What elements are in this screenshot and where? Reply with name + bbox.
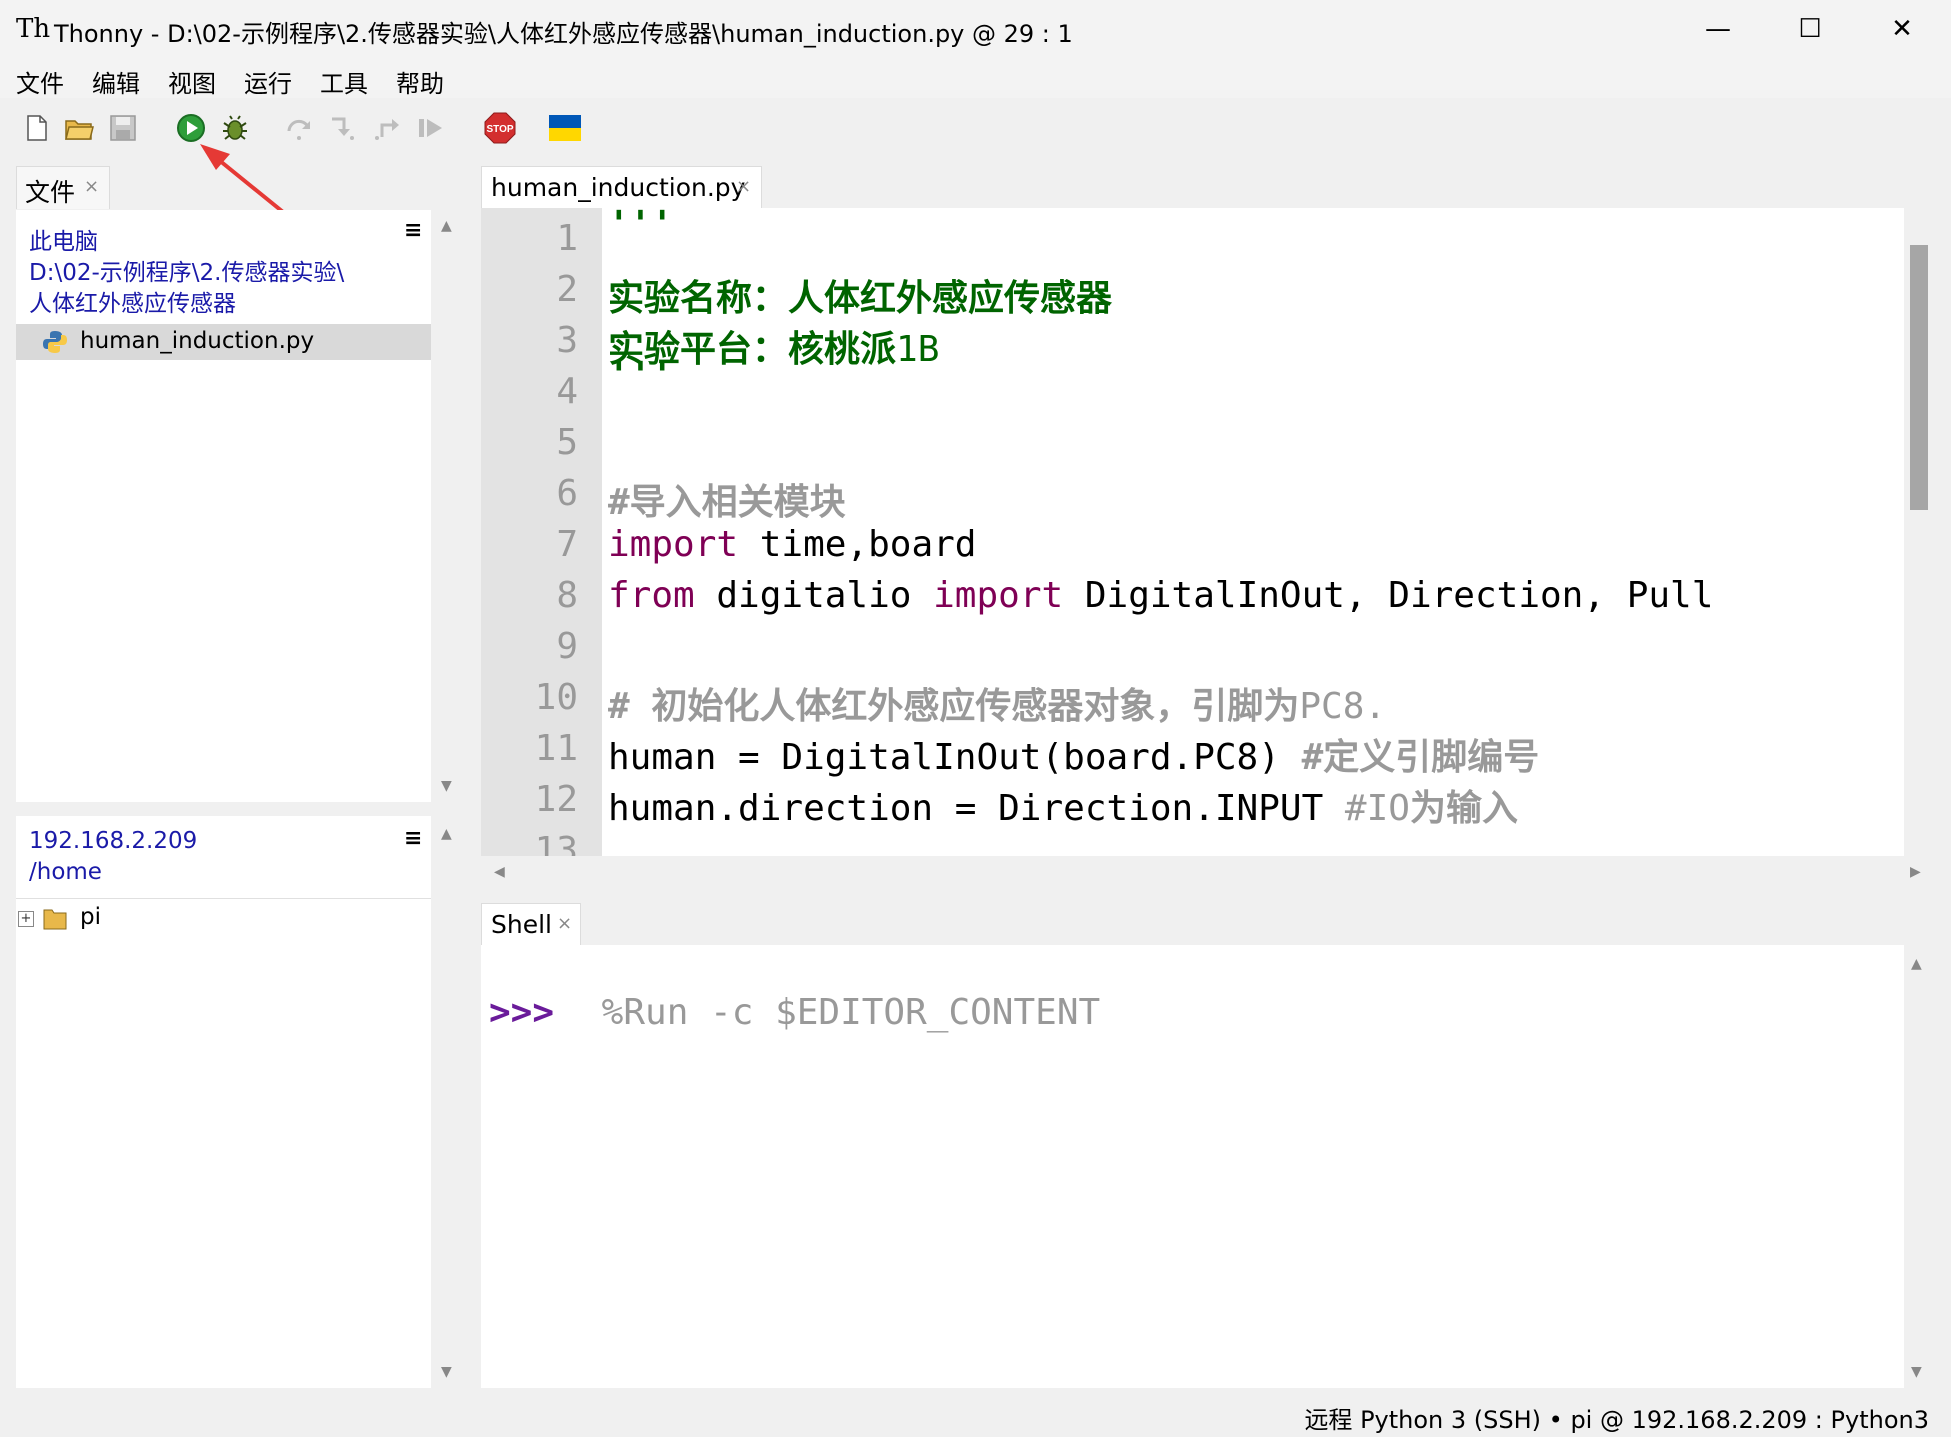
- remote-files-panel: [16, 816, 431, 1388]
- code-line-4: ''': [608, 355, 674, 396]
- thonny-app-icon: Th: [16, 14, 51, 44]
- editor-tab-label: human_induction.py: [491, 173, 746, 202]
- line-number: 6: [556, 473, 578, 514]
- editor-horizontal-scrollbar[interactable]: [481, 856, 1934, 892]
- minimize-button[interactable]: —: [1672, 0, 1764, 58]
- location-folder[interactable]: 人体红外感应传感器: [29, 284, 236, 318]
- shell-tab-close-icon[interactable]: ×: [557, 913, 572, 934]
- open-file-icon[interactable]: [64, 113, 94, 143]
- tab-files-close-icon[interactable]: ×: [84, 176, 99, 197]
- scroll-up-icon[interactable]: ▲: [441, 218, 452, 234]
- menu-help[interactable]: 帮助: [396, 64, 444, 99]
- remote-host[interactable]: 192.168.2.209: [29, 828, 197, 854]
- stop-icon[interactable]: STOP: [484, 112, 516, 144]
- remote-scrollbar[interactable]: [432, 816, 454, 1388]
- tab-files-label: 文件: [25, 178, 76, 207]
- menu-bar: [0, 58, 1951, 98]
- line-number-gutter: 1 2 3 4 5 6 7 8 9 10 11 12 13: [481, 208, 602, 856]
- scroll-up-icon[interactable]: ▲: [1911, 956, 1922, 972]
- file-name[interactable]: human_induction.py: [80, 328, 314, 354]
- line-number: 1: [556, 218, 578, 259]
- line-number: 10: [534, 677, 578, 718]
- line-number: 5: [556, 422, 578, 463]
- shell-command: %Run -c $EDITOR_CONTENT: [580, 992, 1101, 1033]
- remote-menu-icon[interactable]: ≡: [404, 826, 422, 851]
- line-number: 4: [556, 371, 578, 412]
- line-number: 3: [556, 320, 578, 361]
- editor-scroll-thumb[interactable]: [1910, 245, 1928, 510]
- location-path[interactable]: D:\02-示例程序\2.传感器实验\: [29, 253, 344, 287]
- remote-item-pi[interactable]: pi: [80, 904, 101, 930]
- line-number: 7: [556, 524, 578, 565]
- menu-edit[interactable]: 编辑: [92, 64, 140, 99]
- resume-icon[interactable]: [416, 113, 446, 143]
- menu-run[interactable]: 运行: [244, 64, 292, 99]
- shell-scrollbar[interactable]: [1904, 945, 1934, 1388]
- code-line-12: human.direction = Direction.INPUT #IO为输入: [608, 788, 1518, 829]
- line-number: 11: [534, 728, 578, 769]
- scroll-up-icon[interactable]: ▲: [441, 826, 452, 842]
- divider: [16, 898, 431, 899]
- scroll-left-icon[interactable]: ◀: [494, 864, 505, 880]
- interpreter-status[interactable]: 远程 Python 3 (SSH) • pi @ 192.168.2.209 :…: [1304, 1400, 1929, 1435]
- files-menu-icon[interactable]: ≡: [404, 218, 422, 243]
- line-number: 9: [556, 626, 578, 667]
- expand-icon[interactable]: +: [18, 911, 34, 927]
- code-line-7: import time,board: [608, 524, 977, 565]
- python-file-icon: [43, 331, 67, 353]
- line-number: 8: [556, 575, 578, 616]
- location-this-pc[interactable]: 此电脑: [29, 222, 98, 256]
- shell-prompt: >>>: [489, 992, 555, 1033]
- editor-tab-close-icon[interactable]: ×: [736, 176, 751, 197]
- scroll-down-icon[interactable]: ▼: [441, 778, 452, 794]
- save-icon[interactable]: [108, 113, 138, 143]
- scroll-down-icon[interactable]: ▼: [441, 1364, 452, 1380]
- ukraine-flag-icon[interactable]: [548, 113, 582, 143]
- close-window-button[interactable]: ✕: [1856, 0, 1948, 58]
- code-line-10: # 初始化人体红外感应传感器对象，引脚为PC8.: [608, 686, 1387, 727]
- code-line-1: ''': [608, 208, 674, 245]
- menu-tools[interactable]: 工具: [320, 64, 368, 99]
- menu-view[interactable]: 视图: [168, 64, 216, 99]
- code-line-2: 实验名称：人体红外感应传感器: [608, 278, 1113, 319]
- remote-path[interactable]: /home: [29, 859, 102, 885]
- code-line-6: #导入相关模块: [608, 482, 846, 523]
- shell-tab-label: Shell: [491, 910, 552, 939]
- code-editor[interactable]: 1 2 3 4 5 6 7 8 9 10 11 12 13 ''' 实验名称：人…: [481, 208, 1904, 856]
- files-scrollbar[interactable]: [432, 210, 454, 802]
- maximize-button[interactable]: ☐: [1764, 0, 1856, 58]
- scroll-down-icon[interactable]: ▼: [1911, 1364, 1922, 1380]
- line-number: 2: [556, 269, 578, 310]
- code-line-8: from digitalio import DigitalInOut, Dire…: [608, 575, 1714, 616]
- stop-label: STOP: [486, 124, 513, 135]
- folder-icon: [43, 909, 67, 930]
- scroll-right-icon[interactable]: ▶: [1910, 864, 1921, 880]
- window-title: Thonny - D:\02-示例程序\2.传感器实验\人体红外感应传感器\hu…: [54, 20, 1073, 48]
- line-number: 13: [534, 830, 578, 856]
- code-line-11: human = DigitalInOut(board.PC8) #定义引脚编号: [608, 737, 1540, 778]
- new-file-icon[interactable]: [22, 113, 52, 143]
- line-number: 12: [534, 779, 578, 820]
- menu-file[interactable]: 文件: [16, 64, 64, 99]
- step-out-icon[interactable]: [372, 113, 402, 143]
